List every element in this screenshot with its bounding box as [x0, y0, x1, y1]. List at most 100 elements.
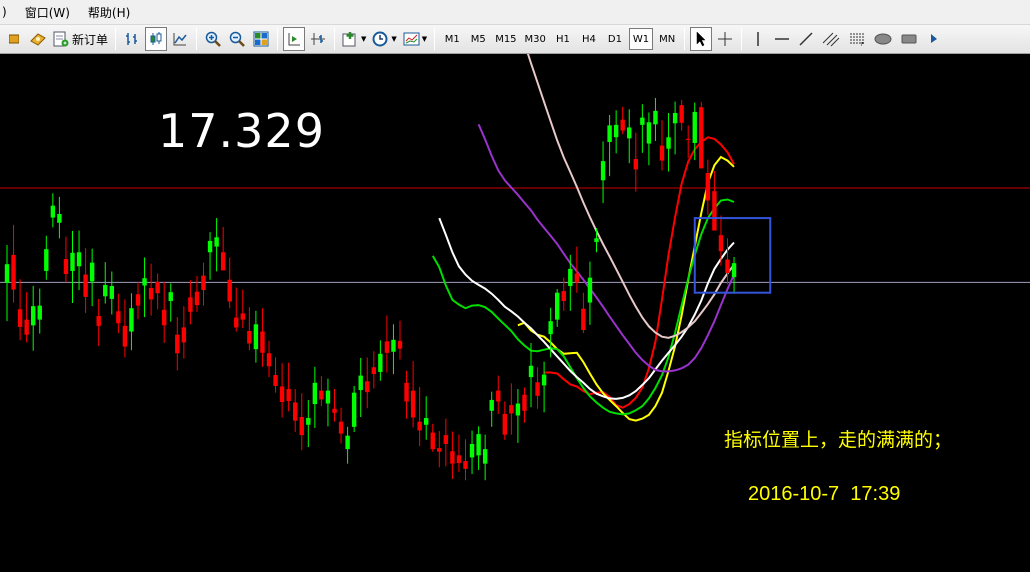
candle-body — [535, 382, 540, 396]
candle-body — [129, 308, 134, 332]
candle-body — [450, 451, 455, 464]
candle-body — [188, 297, 193, 312]
timeframe-h4-button[interactable]: H4 — [577, 28, 601, 50]
rectangle-icon[interactable] — [897, 27, 921, 51]
bar-chart-icon[interactable] — [121, 27, 143, 51]
candle-body — [17, 309, 23, 327]
candle-body — [253, 324, 259, 350]
candle-body — [83, 274, 88, 297]
current-price-label: 17.329 — [158, 104, 325, 158]
fibonacci-icon[interactable]: F — [845, 27, 869, 51]
candle-body — [11, 254, 16, 290]
candle-body — [24, 319, 29, 335]
candle-body — [613, 124, 619, 138]
timeframe-h1-button[interactable]: H1 — [551, 28, 575, 50]
candle-body — [607, 125, 612, 142]
candle-body — [103, 284, 108, 297]
zoom-out-icon[interactable] — [226, 27, 248, 51]
candle-body — [247, 331, 252, 344]
candlestick-chart-icon[interactable] — [145, 27, 168, 51]
chart-shift-icon[interactable] — [307, 27, 329, 51]
candle-body — [365, 381, 370, 393]
candle-body — [653, 110, 658, 125]
candle-body — [555, 292, 560, 320]
candle-body — [496, 390, 501, 402]
candle-body — [345, 435, 350, 450]
trendline-icon[interactable] — [795, 27, 817, 51]
candle-body — [181, 327, 187, 343]
candle-body — [148, 288, 154, 300]
templates-icon[interactable]: ▼ — [401, 27, 429, 51]
toolbar-separator — [196, 28, 198, 50]
candle-body — [50, 205, 56, 218]
candle-body — [587, 277, 593, 303]
annotation-datetime: 2016-10-7 17:39 — [748, 483, 901, 505]
candle-body — [731, 263, 737, 278]
timeframe-m30-button[interactable]: M30 — [522, 28, 549, 50]
profiles-icon[interactable] — [3, 27, 25, 51]
candle-body — [371, 367, 376, 375]
candle-body — [351, 392, 357, 427]
new-order-button[interactable]: 新订单 — [51, 27, 110, 51]
candle-body — [312, 382, 318, 405]
line-chart-icon[interactable] — [169, 27, 191, 51]
ellipse-icon[interactable] — [871, 27, 895, 51]
candle-body — [57, 213, 62, 223]
candle-body — [515, 403, 521, 416]
candle-body — [574, 273, 580, 283]
candle-body — [378, 353, 383, 372]
candle-body — [469, 443, 475, 458]
equidistant-channel-icon[interactable] — [819, 27, 843, 51]
candle-body — [679, 105, 684, 123]
menu-item-window[interactable]: 窗口(W) — [16, 4, 79, 21]
zoom-in-icon[interactable] — [202, 27, 224, 51]
candle-body — [286, 389, 291, 401]
auto-scroll-icon[interactable] — [283, 27, 306, 51]
timeframe-mn-button[interactable]: MN — [655, 28, 679, 50]
candle-body — [666, 137, 671, 149]
crosshair-icon[interactable] — [714, 27, 736, 51]
timeframe-d1-button[interactable]: D1 — [603, 28, 627, 50]
candle-body — [528, 365, 534, 378]
main-toolbar: 新订单 ▼ ▼ ▼ M1 M5 M15 M30 H1 H4 D1 W1 MN F — [0, 24, 1030, 54]
arrow-marker-icon[interactable] — [923, 27, 945, 51]
timeframe-m15-button[interactable]: M15 — [492, 28, 519, 50]
menu-item-file[interactable]: ) — [0, 5, 16, 19]
candle-body — [227, 279, 232, 302]
candle-body — [70, 252, 75, 271]
candle-body — [63, 259, 69, 275]
candle-body — [659, 145, 665, 161]
candle-body — [725, 259, 730, 274]
candle-body — [443, 435, 449, 444]
toolbar-separator — [434, 28, 436, 50]
cursor-icon[interactable] — [690, 27, 713, 51]
candle-body — [699, 107, 704, 169]
tile-windows-icon[interactable] — [250, 27, 272, 51]
market-watch-icon[interactable] — [27, 27, 49, 51]
dropdown-arrow-icon: ▼ — [421, 35, 428, 43]
candle-body — [4, 264, 10, 283]
candle-body — [627, 127, 632, 139]
timeframe-m5-button[interactable]: M5 — [466, 28, 490, 50]
candle-body — [214, 237, 219, 247]
candle-body — [332, 408, 337, 413]
candle-body — [201, 275, 206, 291]
vertical-line-icon[interactable] — [747, 27, 769, 51]
candle-body — [620, 119, 625, 131]
candle-body — [155, 281, 160, 294]
horizontal-line-icon[interactable] — [771, 27, 793, 51]
periods-icon[interactable]: ▼ — [370, 27, 398, 51]
candle-body — [476, 434, 481, 456]
indicators-icon[interactable]: ▼ — [340, 27, 368, 51]
candle-body — [273, 375, 278, 386]
candle-body — [404, 382, 409, 402]
menu-item-help[interactable]: 帮助(H) — [79, 4, 139, 21]
timeframe-m1-button[interactable]: M1 — [440, 28, 464, 50]
candle-body — [672, 112, 678, 124]
candle-body — [260, 331, 265, 353]
candle-body — [319, 390, 324, 400]
candle-body — [561, 291, 566, 301]
toolbar-separator — [334, 28, 336, 50]
timeframe-w1-button[interactable]: W1 — [628, 28, 654, 50]
candle-body — [37, 305, 42, 320]
